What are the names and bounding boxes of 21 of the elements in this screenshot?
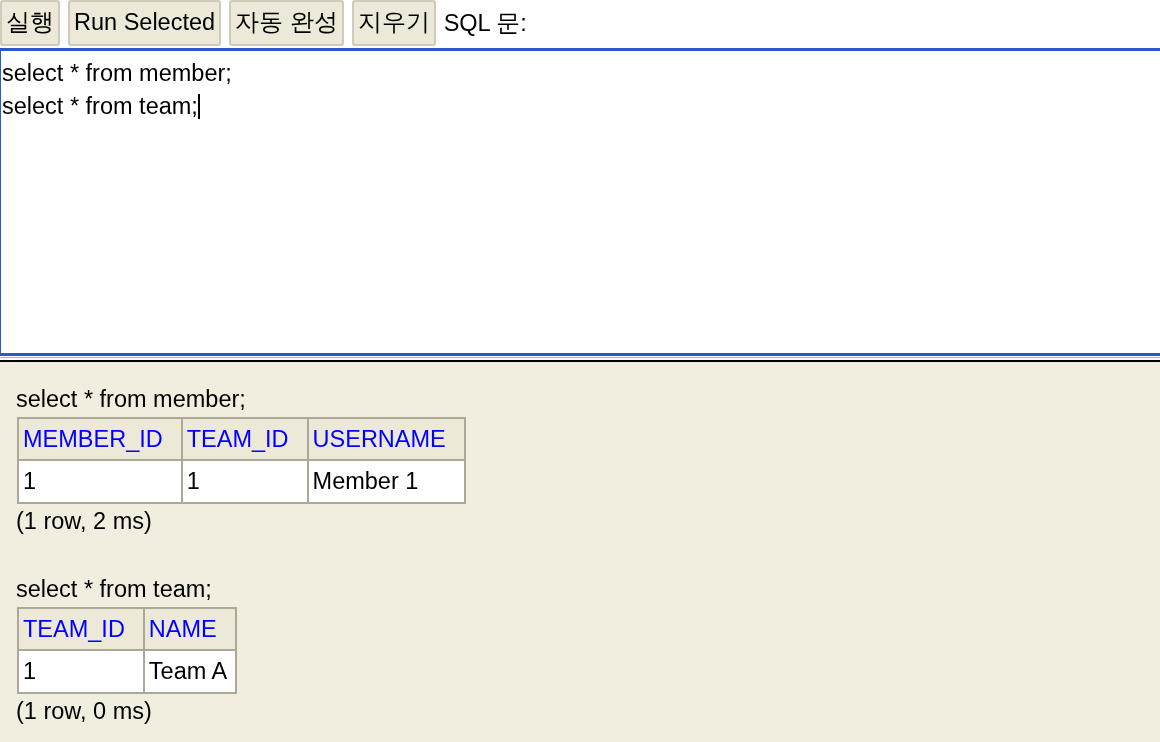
query-text: select * from member;: [16, 385, 247, 413]
toolbar-button[interactable]: Run Selected: [68, 0, 222, 46]
toolbar-button[interactable]: 실행: [0, 0, 60, 46]
column-header: USERNAME: [307, 418, 465, 460]
toolbar-button[interactable]: 자동 완성: [229, 0, 344, 46]
table-cell: 1: [18, 460, 182, 503]
sql-label: SQL 문:: [443, 9, 527, 38]
sql-editor[interactable]: select * from member; select * from team;: [0, 48, 1160, 356]
column-header: MEMBER_ID: [18, 418, 182, 460]
table-cell: Member 1: [307, 460, 465, 503]
column-header: TEAM_ID: [18, 608, 144, 650]
table-cell: Team A: [143, 650, 236, 693]
table-cell: 1: [181, 460, 308, 503]
result-summary: (1 row, 0 ms): [16, 697, 153, 726]
result-summary: (1 row, 2 ms): [16, 507, 153, 536]
column-header: NAME: [143, 608, 236, 650]
text-cursor-icon: [197, 94, 200, 119]
table-cell: 1: [18, 650, 144, 693]
query-text: select * from team;: [16, 575, 213, 603]
column-header: TEAM_ID: [181, 418, 308, 460]
toolbar-button[interactable]: 지우기: [351, 0, 436, 46]
